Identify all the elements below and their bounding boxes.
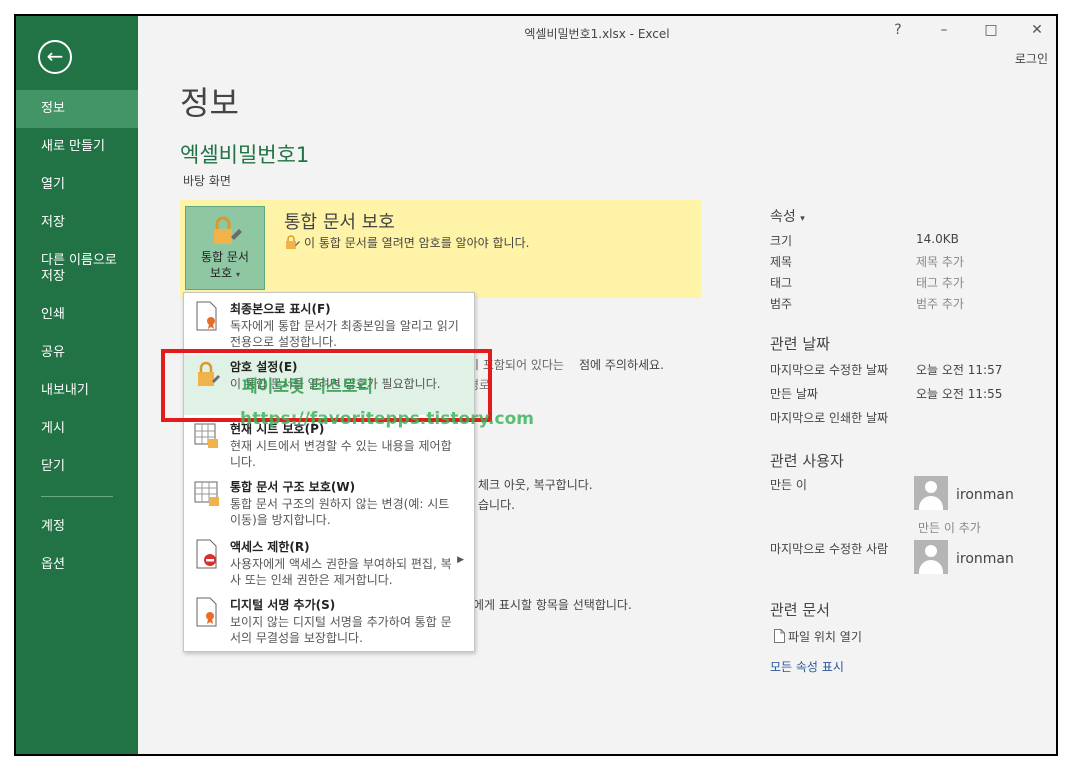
mark-final-icon bbox=[196, 301, 217, 331]
backstage-sidebar: ← 정보 새로 만들기 열기 저장 다른 이름으로 저장 인쇄 공유 내보내기 … bbox=[16, 16, 138, 754]
lock-icon bbox=[214, 216, 242, 244]
last-modified-date-value: 오늘 오전 11:57 bbox=[916, 363, 1003, 377]
nav-save-as[interactable]: 다른 이름으로 저장 bbox=[16, 253, 126, 285]
nav-new[interactable]: 새로 만들기 bbox=[16, 139, 138, 155]
menu-item-title: 디지털 서명 추가(S) bbox=[230, 598, 336, 612]
watermark-title: 페이보릿 티스토리 bbox=[242, 377, 374, 397]
digital-signature-icon bbox=[196, 597, 217, 627]
menu-item-restrict-access[interactable]: 액세스 제한(R) 사용자에게 액세스 권한을 부여하되 편집, 복사 또는 인… bbox=[184, 535, 474, 595]
protect-workbook-button-label: 통합 문서 보호 ▾ bbox=[201, 250, 249, 280]
small-lock-icon bbox=[286, 235, 300, 249]
last-modified-date-label: 마지막으로 수정한 날짜 bbox=[770, 363, 889, 377]
dropdown-caret-icon: ▾ bbox=[235, 270, 240, 279]
page-title: 정보 bbox=[180, 84, 239, 122]
nav-export[interactable]: 내보내기 bbox=[16, 383, 138, 399]
document-location[interactable]: 바탕 화면 bbox=[183, 172, 231, 189]
maximize-button[interactable]: □ bbox=[981, 22, 1001, 38]
nav-account[interactable]: 계정 bbox=[16, 519, 138, 535]
modifier-name[interactable]: ironman bbox=[956, 551, 1014, 567]
nav-open[interactable]: 열기 bbox=[16, 177, 138, 193]
minimize-button[interactable]: – bbox=[934, 22, 954, 38]
back-button[interactable]: ← bbox=[38, 40, 72, 74]
modifier-avatar bbox=[914, 540, 948, 574]
add-author-link[interactable]: 만든 이 추가 bbox=[918, 519, 981, 536]
property-title-label: 제목 bbox=[770, 255, 793, 269]
nav-options[interactable]: 옵션 bbox=[16, 557, 138, 573]
nav-info[interactable]: 정보 bbox=[16, 90, 138, 128]
protect-workbook-menu: 최종본으로 표시(F) 독자에게 통합 문서가 최종본임을 알리고 읽기 전용으… bbox=[183, 292, 475, 652]
last-printed-date-label: 마지막으로 인쇄한 날짜 bbox=[770, 411, 889, 425]
submenu-arrow-icon: ▶ bbox=[457, 555, 464, 565]
property-tags-label: 태그 bbox=[770, 276, 793, 290]
nav-close[interactable]: 닫기 bbox=[16, 459, 138, 475]
nav-print[interactable]: 인쇄 bbox=[16, 307, 138, 323]
protect-workbook-button[interactable]: 통합 문서 보호 ▾ bbox=[185, 206, 265, 290]
menu-item-desc: 사용자에게 액세스 권한을 부여하되 편집, 복사 또는 인쇄 권한은 제거합니… bbox=[230, 557, 452, 587]
back-arrow-icon: ← bbox=[46, 44, 64, 68]
title-bar: 엑셀비밀번호1.xlsx - Excel ? – □ ✕ bbox=[138, 16, 1056, 46]
nav-divider bbox=[41, 496, 113, 497]
menu-item-protect-structure[interactable]: 통합 문서 구조 보호(W) 통합 문서 구조의 원하지 않는 변경(예: 시트… bbox=[184, 475, 474, 535]
protect-workbook-heading: 통합 문서 보호 bbox=[284, 212, 395, 233]
related-people-heading: 관련 사용자 bbox=[770, 452, 844, 470]
related-dates-heading: 관련 날짜 bbox=[770, 335, 830, 353]
nav-share[interactable]: 공유 bbox=[16, 345, 138, 361]
protect-workbook-description: 이 통합 문서를 열려면 암호를 알아야 합니다. bbox=[284, 234, 529, 251]
versions-text-partial-2: 습니다. bbox=[478, 498, 515, 512]
last-modified-by-label: 마지막으로 수정한 사람 bbox=[770, 542, 889, 556]
protect-structure-icon bbox=[194, 481, 219, 506]
property-category-label: 범주 bbox=[770, 297, 793, 311]
property-category-value[interactable]: 범주 추가 bbox=[916, 295, 964, 312]
related-docs-heading: 관련 문서 bbox=[770, 601, 830, 619]
browser-view-text-partial: 에게 표시할 항목을 선택합니다. bbox=[473, 598, 632, 612]
document-name: 엑셀비밀번호1 bbox=[180, 143, 310, 167]
backstage-main: 엑셀비밀번호1.xlsx - Excel ? – □ ✕ 로그인 정보 엑셀비밀… bbox=[138, 16, 1056, 754]
menu-item-desc: 통합 문서 구조의 원하지 않는 변경(예: 시트 이동)을 방지합니다. bbox=[230, 497, 450, 527]
inspect-text-end: 점에 주의하세요. bbox=[579, 358, 664, 372]
property-title-value[interactable]: 제목 추가 bbox=[916, 253, 964, 270]
property-size-label: 크기 bbox=[770, 234, 793, 248]
created-date-value: 오늘 오전 11:55 bbox=[916, 387, 1003, 401]
restrict-access-icon bbox=[196, 539, 217, 569]
menu-item-desc: 보이지 않는 디지털 서명을 추가하여 통합 문서의 무결성을 보장합니다. bbox=[230, 615, 452, 645]
created-date-label: 만든 날짜 bbox=[770, 387, 818, 401]
menu-item-title: 통합 문서 구조 보호(W) bbox=[230, 480, 356, 494]
open-file-location-link[interactable]: 파일 위치 열기 bbox=[774, 628, 862, 645]
nav-save[interactable]: 저장 bbox=[16, 215, 138, 231]
document-icon bbox=[774, 629, 785, 643]
property-size-value: 14.0KB bbox=[916, 232, 959, 246]
menu-item-desc: 현재 시트에서 변경할 수 있는 내용을 제어합니다. bbox=[230, 439, 452, 469]
protect-workbook-section: 통합 문서 보호 ▾ 통합 문서 보호 이 통합 문서를 열려면 암호를 알아야… bbox=[180, 200, 701, 298]
author-avatar bbox=[914, 476, 948, 510]
properties-heading[interactable]: 속성 ▾ bbox=[770, 206, 805, 226]
dropdown-caret-icon: ▾ bbox=[800, 214, 805, 224]
menu-item-desc: 독자에게 통합 문서가 최종본임을 알리고 읽기 전용으로 설정합니다. bbox=[230, 319, 459, 349]
property-tags-value[interactable]: 태그 추가 bbox=[916, 274, 964, 291]
versions-text-partial: 체크 아웃, 복구합니다. bbox=[478, 478, 593, 492]
protect-sheet-icon bbox=[194, 423, 218, 448]
menu-item-title: 최종본으로 표시(F) bbox=[230, 302, 331, 316]
excel-window: ← 정보 새로 만들기 열기 저장 다른 이름으로 저장 인쇄 공유 내보내기 … bbox=[14, 14, 1058, 756]
window-title: 엑셀비밀번호1.xlsx - Excel bbox=[524, 27, 670, 41]
menu-item-title: 액세스 제한(R) bbox=[230, 540, 310, 554]
watermark-url: https://favoritepps.tistory.com bbox=[240, 409, 534, 429]
help-button[interactable]: ? bbox=[888, 22, 908, 38]
author-label: 만든 이 bbox=[770, 478, 807, 492]
show-all-properties-link[interactable]: 모든 속성 표시 bbox=[770, 658, 844, 675]
author-name[interactable]: ironman bbox=[956, 487, 1014, 503]
menu-item-digital-signature[interactable]: 디지털 서명 추가(S) 보이지 않는 디지털 서명을 추가하여 통합 문서의 … bbox=[184, 593, 474, 653]
nav-publish[interactable]: 게시 bbox=[16, 421, 138, 437]
login-link[interactable]: 로그인 bbox=[1015, 50, 1048, 67]
menu-item-mark-final[interactable]: 최종본으로 표시(F) 독자에게 통합 문서가 최종본임을 알리고 읽기 전용으… bbox=[184, 297, 474, 357]
close-button[interactable]: ✕ bbox=[1027, 22, 1047, 38]
